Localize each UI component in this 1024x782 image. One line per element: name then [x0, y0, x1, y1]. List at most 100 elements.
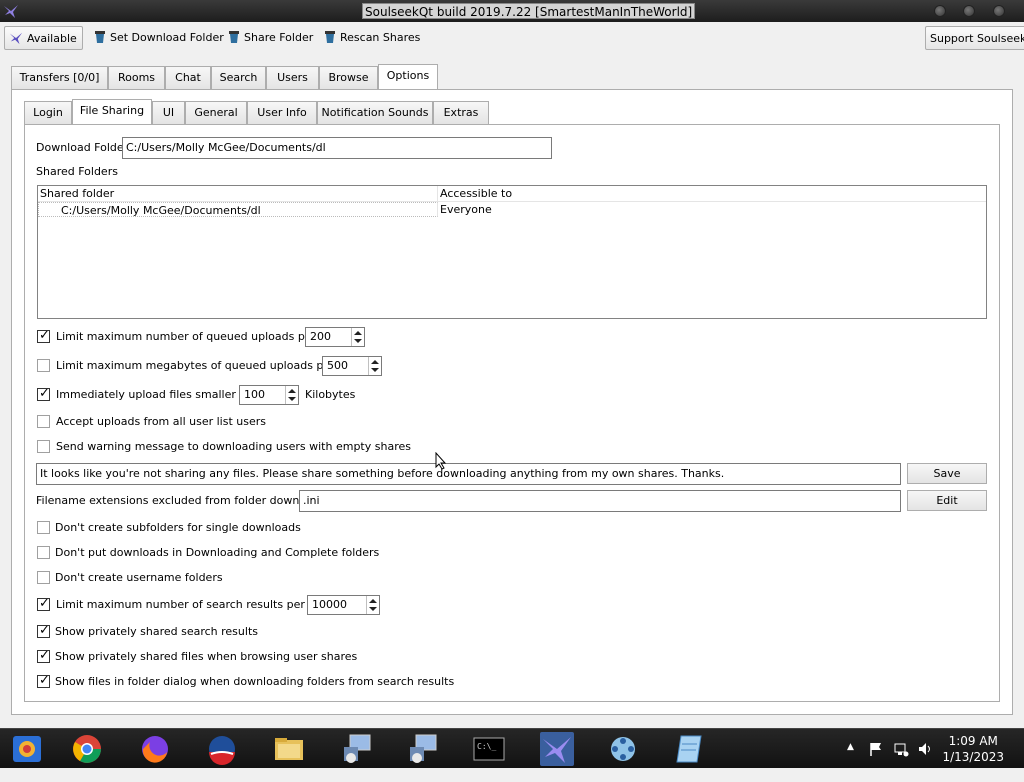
immediate-upload-checkbox[interactable]: ✓ [37, 386, 50, 401]
checkmark-icon: ✓ [39, 386, 50, 401]
tab-file-sharing[interactable]: File Sharing [72, 99, 152, 124]
taskbar: C:\_ ▲ 1:09 AM 1/13/2023 [0, 728, 1024, 768]
spin-arrows[interactable] [366, 596, 379, 614]
column-header-shared-folder[interactable]: Shared folder [38, 186, 438, 202]
spin-down-icon[interactable] [371, 368, 379, 372]
spin-down-icon[interactable] [354, 339, 362, 343]
photos-icon[interactable] [10, 732, 44, 766]
network-icon[interactable] [893, 741, 909, 757]
tab-transfers[interactable]: Transfers [0/0] [11, 66, 108, 89]
tab-chat[interactable]: Chat [165, 66, 211, 89]
status-label: Available [27, 32, 77, 45]
soulseek-icon[interactable] [540, 732, 574, 766]
spin-down-icon[interactable] [369, 607, 377, 611]
column-header-accessible-to[interactable]: Accessible to [438, 186, 986, 202]
spin-up-icon[interactable] [371, 360, 379, 364]
show-private-results-label: Show privately shared search results [55, 625, 258, 638]
rescan-shares-label: Rescan Shares [340, 31, 421, 44]
limit-queued-megabytes-checkbox[interactable] [37, 359, 50, 372]
excluded-extensions-label: Filename extensions excluded from folder… [36, 494, 333, 507]
support-soulseek-button[interactable]: Support Soulseek! [925, 26, 1024, 50]
show-hidden-icons-icon[interactable]: ▲ [847, 742, 854, 782]
no-username-folders-checkbox[interactable] [37, 571, 50, 584]
queued-uploads-spinbox[interactable]: 200 [305, 327, 365, 347]
accept-uploads-checkbox[interactable] [37, 415, 50, 428]
svg-text:C:\_: C:\_ [477, 742, 496, 751]
spin-arrows[interactable] [368, 357, 381, 375]
spin-down-icon[interactable] [288, 397, 296, 401]
network-computer-icon[interactable] [340, 732, 374, 766]
status-available-button[interactable]: Available [4, 26, 83, 50]
firefox-icon[interactable] [138, 732, 172, 766]
toolbar: Available Set Download Folder Share Fold… [0, 22, 1024, 56]
queued-uploads-value: 200 [310, 330, 331, 343]
show-private-results-checkbox[interactable]: ✓ [37, 623, 50, 638]
send-warning-checkbox[interactable] [37, 440, 50, 453]
file-explorer-icon[interactable] [272, 732, 306, 766]
tab-options[interactable]: Options [378, 64, 438, 89]
tab-extras[interactable]: Extras [433, 101, 489, 124]
share-folder-button[interactable]: Share Folder [224, 26, 319, 50]
tab-ui[interactable]: UI [152, 101, 185, 124]
show-private-files-checkbox[interactable]: ✓ [37, 648, 50, 663]
tab-notification-sounds[interactable]: Notification Sounds [317, 101, 433, 124]
spin-arrows[interactable] [285, 386, 298, 404]
flag-icon[interactable] [868, 741, 884, 757]
spin-up-icon[interactable] [354, 331, 362, 335]
queued-megabytes-spinbox[interactable]: 500 [322, 356, 382, 376]
tab-login[interactable]: Login [24, 101, 72, 124]
shared-folders-label: Shared Folders [36, 165, 118, 178]
joystick-icon[interactable] [606, 732, 640, 766]
obama-logo-icon[interactable] [205, 732, 239, 766]
minimize-button[interactable] [934, 5, 946, 17]
spin-up-icon[interactable] [369, 599, 377, 603]
bucket-icon [325, 31, 335, 43]
set-download-folder-button[interactable]: Set Download Folder [90, 26, 230, 50]
spin-up-icon[interactable] [288, 389, 296, 393]
no-downloading-folders-checkbox[interactable] [37, 546, 50, 559]
show-files-in-folder-dialog-checkbox[interactable]: ✓ [37, 673, 50, 688]
checkmark-icon: ✓ [39, 596, 50, 611]
terminal-icon[interactable]: C:\_ [472, 732, 506, 766]
tab-rooms[interactable]: Rooms [108, 66, 165, 89]
tab-users[interactable]: Users [266, 66, 319, 89]
shared-folders-table[interactable]: Shared folder Accessible to C:/Users/Mol… [37, 185, 987, 319]
clock-time: 1:09 AM [948, 734, 998, 748]
search-results-spinbox[interactable]: 10000 [307, 595, 380, 615]
save-button[interactable]: Save [907, 463, 987, 484]
checkmark-icon: ✓ [39, 673, 50, 688]
excluded-extensions-input[interactable]: .ini [299, 490, 901, 512]
tab-general[interactable]: General [185, 101, 247, 124]
spin-arrows[interactable] [351, 328, 364, 346]
send-warning-label: Send warning message to downloading user… [56, 440, 411, 453]
edit-button[interactable]: Edit [907, 490, 987, 511]
tab-browse[interactable]: Browse [319, 66, 378, 89]
no-username-folders-label: Don't create username folders [55, 571, 223, 584]
tab-user-info[interactable]: User Info [247, 101, 317, 124]
download-folder-input[interactable]: C:/Users/Molly McGee/Documents/dl [122, 137, 552, 159]
close-button[interactable] [993, 5, 1005, 17]
immediate-upload-spinbox[interactable]: 100 [239, 385, 299, 405]
notepad-icon[interactable] [673, 732, 707, 766]
clock-date: 1/13/2023 [942, 750, 1004, 764]
set-download-folder-label: Set Download Folder [110, 31, 224, 44]
no-subfolders-checkbox[interactable] [37, 521, 50, 534]
immediate-upload-label: Immediately upload files smaller than [56, 388, 265, 401]
limit-search-results-checkbox[interactable]: ✓ [37, 596, 50, 611]
bucket-icon [95, 31, 105, 43]
title-bar[interactable]: SoulseekQt build 2019.7.22 [SmartestManI… [0, 0, 1024, 22]
system-clock[interactable]: 1:09 AM 1/13/2023 [942, 733, 1004, 765]
soulseek-bird-icon [9, 32, 23, 45]
rescan-shares-button[interactable]: Rescan Shares [320, 26, 426, 50]
accessible-to-cell: Everyone [440, 203, 492, 216]
limit-queued-uploads-checkbox[interactable]: ✓ [37, 328, 50, 343]
warning-message-input[interactable]: It looks like you're not sharing any fil… [36, 463, 901, 485]
no-downloading-folders-label: Don't put downloads in Downloading and C… [55, 546, 380, 559]
share-folder-label: Share Folder [244, 31, 314, 44]
chrome-icon[interactable] [70, 732, 104, 766]
tab-search[interactable]: Search [211, 66, 266, 89]
maximize-button[interactable] [963, 5, 975, 17]
queued-megabytes-value: 500 [327, 359, 348, 372]
volume-icon[interactable] [917, 741, 933, 757]
network-computer-icon[interactable] [406, 732, 440, 766]
